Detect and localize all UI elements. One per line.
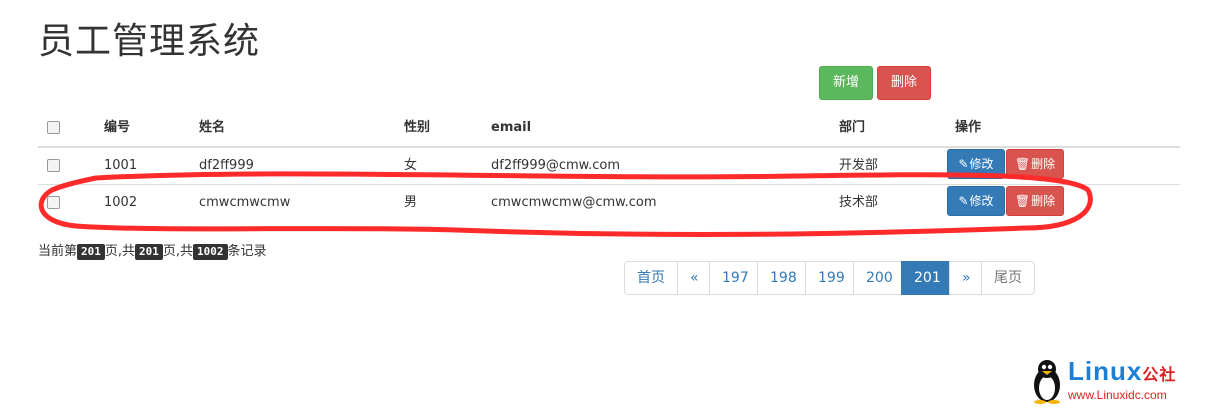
delete-selected-button[interactable]: 删除 [877, 66, 931, 100]
table-header-row: 编号 姓名 性别 email 部门 操作 [38, 110, 1180, 148]
row-checkbox[interactable] [47, 148, 60, 184]
edit-label: 修改 [969, 157, 994, 171]
employee-dept: 技术部 [839, 195, 879, 210]
employee-email: df2ff999@cmw.com [491, 158, 621, 173]
delete-label: 删除 [1031, 157, 1056, 171]
employee-name: df2ff999 [199, 158, 254, 173]
penguin-icon [1034, 360, 1060, 404]
pencil-icon: ✎ [958, 194, 969, 208]
row-checkbox[interactable] [47, 185, 60, 221]
trash-icon: 🗑 [1014, 157, 1031, 171]
delete-button[interactable]: 🗑删除 [1006, 149, 1064, 179]
employee-gender: 女 [404, 158, 418, 173]
page-link-199[interactable]: 199 [805, 261, 854, 295]
header-ops: 操作 [955, 120, 982, 135]
total-pages-badge: 201 [135, 244, 163, 260]
table-row: 1001 df2ff999 女 df2ff999@cmw.com 开发部 ✎修改… [38, 148, 1180, 185]
next-page-link[interactable]: » [949, 261, 982, 295]
edit-button[interactable]: ✎修改 [947, 149, 1005, 179]
page-link-197[interactable]: 197 [709, 261, 758, 295]
edit-label: 修改 [969, 194, 994, 208]
page-link-201-active[interactable]: 201 [901, 261, 950, 295]
header-email: email [491, 120, 532, 135]
table-row: 1002 cmwcmwcmw 男 cmwcmwcmw@cmw.com 技术部 ✎… [38, 185, 1180, 221]
edit-button[interactable]: ✎修改 [947, 186, 1005, 216]
watermark-brand: Linux公社 [1068, 356, 1177, 386]
trash-icon: 🗑 [1014, 194, 1031, 208]
current-page-badge: 201 [77, 244, 105, 260]
pagination: 首页 « 197 198 199 200 201 » 尾页 [624, 261, 1035, 295]
page-info: 当前第 201 页,共 201 页,共 1002 条记录 [38, 244, 267, 260]
pencil-icon: ✎ [958, 157, 969, 171]
prev-page-link[interactable]: « [677, 261, 710, 295]
page-link-200[interactable]: 200 [853, 261, 902, 295]
delete-label: 删除 [1031, 194, 1056, 208]
employee-dept: 开发部 [839, 158, 879, 173]
employee-gender: 男 [404, 195, 418, 210]
first-page-link[interactable]: 首页 [624, 261, 678, 295]
employee-name: cmwcmwcmw [199, 195, 291, 210]
employee-email: cmwcmwcmw@cmw.com [491, 195, 657, 210]
employee-id: 1001 [104, 158, 138, 173]
header-dept: 部门 [839, 120, 866, 135]
delete-button[interactable]: 🗑删除 [1006, 186, 1064, 216]
employee-id: 1002 [104, 195, 138, 210]
page-link-198[interactable]: 198 [757, 261, 806, 295]
add-button[interactable]: 新增 [819, 66, 873, 100]
header-name: 姓名 [199, 120, 226, 135]
header-id: 编号 [104, 120, 131, 135]
last-page-link[interactable]: 尾页 [981, 261, 1035, 295]
total-records-badge: 1002 [193, 244, 228, 260]
header-gender: 性别 [404, 120, 431, 135]
page-title: 员工管理系统 [38, 21, 261, 62]
watermark-url: www.Linuxidc.com [1068, 388, 1167, 402]
watermark-logo: Linux公社 www.Linuxidc.com [1030, 356, 1206, 406]
select-all-checkbox[interactable] [47, 110, 60, 146]
